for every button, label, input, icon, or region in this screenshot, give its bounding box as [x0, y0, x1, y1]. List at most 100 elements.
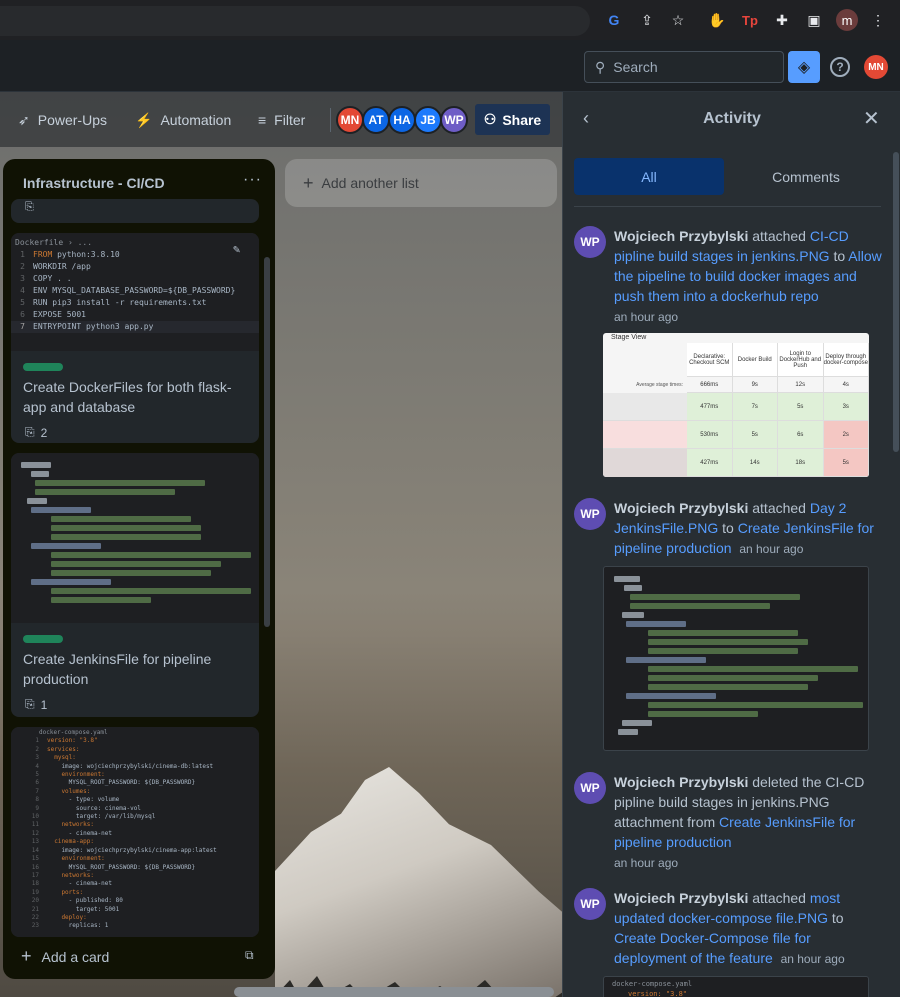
add-card-label: Add a card: [41, 948, 110, 965]
pin-icon: ◈: [797, 59, 811, 76]
card-title: Create JenkinsFile for pipeline producti…: [23, 651, 212, 687]
activity-user[interactable]: Wojciech Przybylski: [614, 774, 748, 790]
puzzle-icon[interactable]: ✚: [772, 10, 792, 30]
green-label[interactable]: [23, 363, 63, 371]
member-avatar[interactable]: HA: [388, 106, 416, 134]
activity-user[interactable]: Wojciech Przybylski: [614, 228, 748, 244]
stage-cell: 5s: [732, 421, 778, 449]
share-button[interactable]: ⚇ Share: [475, 104, 550, 135]
list-title[interactable]: Infrastructure - CI/CD: [23, 175, 165, 191]
close-icon[interactable]: ✕: [863, 106, 880, 131]
list-item[interactable]: Create JenkinsFile for pipeline producti…: [11, 453, 259, 717]
avatar[interactable]: WP: [574, 888, 606, 920]
member-avatar[interactable]: AT: [362, 106, 390, 134]
profile-avatar[interactable]: m: [836, 9, 858, 31]
stage-cell: 5s: [823, 449, 869, 477]
stage-avg-label: Average stage times:: [636, 382, 683, 388]
add-person-icon: ⚇: [483, 111, 497, 127]
code-line: 13 cinema-app:: [31, 838, 94, 846]
help-icon[interactable]: ?: [830, 57, 850, 77]
stage-avg: 666ms: [687, 377, 733, 393]
automation-button[interactable]: ⚡ Automation: [135, 106, 231, 134]
activity-time[interactable]: an hour ago: [781, 952, 845, 966]
code-line: 18 - cinema-net: [31, 880, 113, 888]
tab-divider: [574, 206, 881, 207]
code-line: 20 - published: 80: [31, 897, 123, 905]
address-bar[interactable]: [0, 6, 590, 36]
activity-time[interactable]: an hour ago: [614, 310, 678, 324]
activity-user[interactable]: Wojciech Przybylski: [614, 890, 748, 906]
board-header: ➶ Power-Ups ⚡ Automation ≡ Filter MN AT …: [0, 92, 562, 147]
list-item[interactable]: docker-compose.yaml 1 version: "3.8" 2 ser…: [11, 727, 259, 937]
add-card-button[interactable]: + Add a card: [21, 946, 109, 967]
hand-extension-icon[interactable]: ✋: [707, 10, 727, 30]
lightning-icon: ⚡: [135, 111, 153, 128]
code-line: 16 MYSQL_ROOT_PASSWORD: ${DB_PASSWORD}: [31, 863, 196, 871]
sidebar-icon[interactable]: ▣: [804, 10, 824, 30]
avatar[interactable]: WP: [574, 772, 606, 804]
pin-button[interactable]: ◈: [788, 51, 820, 83]
card-cover-image: docker-compose.yaml 1 version: "3.8" 2 ser…: [11, 727, 259, 937]
attachment-badge: ⎘ 1: [11, 689, 259, 717]
code-line: 21 target: 5001: [31, 905, 120, 913]
member-avatar[interactable]: WP: [440, 106, 468, 134]
stage-cell: 3s: [823, 393, 869, 421]
board-horizontal-scrollbar[interactable]: [234, 987, 554, 997]
list-menu-icon[interactable]: ···: [243, 171, 262, 189]
tab-all[interactable]: All: [574, 158, 724, 195]
paperclip-icon: ⎘: [25, 425, 35, 439]
list-item[interactable]: ⎘: [11, 199, 259, 223]
stage-avg: 12s: [778, 377, 824, 393]
filter-button[interactable]: ≡ Filter: [258, 106, 305, 134]
more-menu-icon[interactable]: ⋮: [868, 10, 888, 30]
member-avatar[interactable]: JB: [414, 106, 442, 134]
search-icon: ⚲: [595, 58, 606, 75]
browser-toolbar: G ⇪ ☆ ✋ Tp ✚ ▣ m ⋮: [0, 0, 900, 40]
automation-label: Automation: [160, 112, 232, 128]
powerups-label: Power-Ups: [37, 112, 107, 128]
code-line: 2 WORKDIR /app: [20, 262, 91, 271]
activity-time[interactable]: an hour ago: [739, 542, 803, 556]
activity-time[interactable]: an hour ago: [614, 856, 678, 870]
code-line: 11 networks:: [31, 821, 94, 829]
user-avatar[interactable]: MN: [864, 55, 888, 79]
star-icon[interactable]: ☆: [668, 10, 688, 30]
search-input[interactable]: ⚲ Search: [584, 51, 784, 83]
member-avatar[interactable]: MN: [336, 106, 364, 134]
share-label: Share: [502, 111, 542, 128]
panel-title: Activity: [703, 110, 761, 127]
activity-text: Wojciech Przybylski attached CI-CD pipli…: [614, 228, 882, 324]
activity-user[interactable]: Wojciech Przybylski: [614, 500, 748, 516]
share-icon[interactable]: ⇪: [637, 10, 657, 30]
code-line: 22 deploy:: [31, 913, 87, 921]
panel-scrollbar[interactable]: [893, 152, 899, 452]
tp-extension-icon[interactable]: Tp: [740, 10, 760, 30]
attachment-thumbnail[interactable]: Stage View Declarative: Checkout SCM Doc…: [603, 333, 869, 477]
stage-header: Deploy through docker-compose: [823, 343, 869, 377]
code-line: 7 volumes:: [35, 787, 91, 795]
code-line: 7 ENTRYPOINT python3 app.py: [11, 321, 259, 333]
powerups-button[interactable]: ➶ Power-Ups: [18, 106, 107, 134]
code-line: 5 RUN pip3 install -r requirements.txt: [20, 298, 207, 307]
avatar[interactable]: WP: [574, 498, 606, 530]
code-line: 6 EXPOSE 5001: [20, 310, 86, 319]
attachment-thumbnail[interactable]: docker-compose.yaml version: "3.8": [603, 976, 869, 997]
card-template-icon[interactable]: ⧉: [245, 948, 254, 963]
board-canvas: ➶ Power-Ups ⚡ Automation ≡ Filter MN AT …: [0, 92, 562, 997]
google-icon[interactable]: G: [604, 10, 624, 30]
stage-avg: 9s: [732, 377, 778, 393]
green-label[interactable]: [23, 635, 63, 643]
list-scrollbar[interactable]: [264, 257, 270, 627]
list-item[interactable]: Dockerfile › ... 1 FROM python:3.8.10 2 WO…: [11, 233, 259, 443]
header-divider: [330, 108, 331, 132]
filter-icon: ≡: [258, 112, 267, 128]
code-header: docker-compose.yaml: [39, 729, 108, 736]
tab-comments[interactable]: Comments: [733, 158, 879, 195]
activity-panel: ‹ Activity ✕ All Comments WP Wojciech Pr…: [562, 92, 900, 997]
attachment-thumbnail[interactable]: [603, 566, 869, 751]
edit-pencil-icon[interactable]: ✎: [233, 243, 240, 255]
stage-view-label: Stage View: [611, 334, 647, 341]
add-list-button[interactable]: + Add another list: [285, 159, 557, 207]
avatar[interactable]: WP: [574, 226, 606, 258]
stage-header: Declarative: Checkout SCM: [687, 343, 733, 377]
